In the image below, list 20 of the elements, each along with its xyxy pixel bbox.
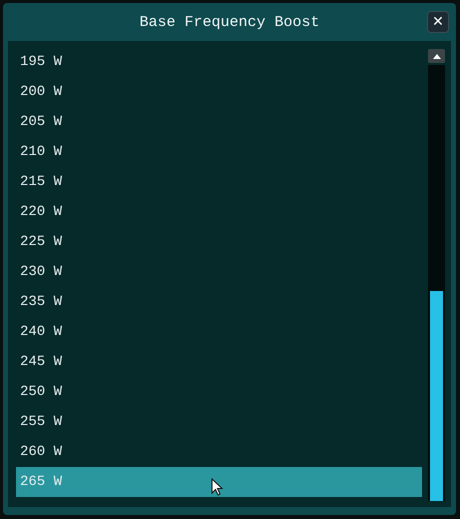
list-item[interactable]: 260 W: [16, 437, 422, 467]
window-title: Base Frequency Boost: [139, 14, 320, 30]
list-item[interactable]: 230 W: [16, 257, 422, 287]
mouse-cursor-icon: [211, 478, 223, 496]
scroll-up-button[interactable]: [428, 49, 445, 63]
list-item[interactable]: 250 W: [16, 377, 422, 407]
list-item[interactable]: 225 W: [16, 227, 422, 257]
list-item[interactable]: 255 W: [16, 407, 422, 437]
list-item[interactable]: 205 W: [16, 107, 422, 137]
list-item[interactable]: 240 W: [16, 317, 422, 347]
up-arrow-icon: [432, 54, 440, 58]
scrollbar-thumb[interactable]: [430, 291, 443, 501]
list-item[interactable]: 195 W: [16, 47, 422, 77]
list-item[interactable]: 245 W: [16, 347, 422, 377]
list-item[interactable]: 210 W: [16, 137, 422, 167]
list-item[interactable]: 200 W: [16, 77, 422, 107]
list-item[interactable]: 220 W: [16, 197, 422, 227]
close-button[interactable]: ✕: [427, 11, 449, 33]
list-item[interactable]: 235 W: [16, 287, 422, 317]
list-item[interactable]: 215 W: [16, 167, 422, 197]
